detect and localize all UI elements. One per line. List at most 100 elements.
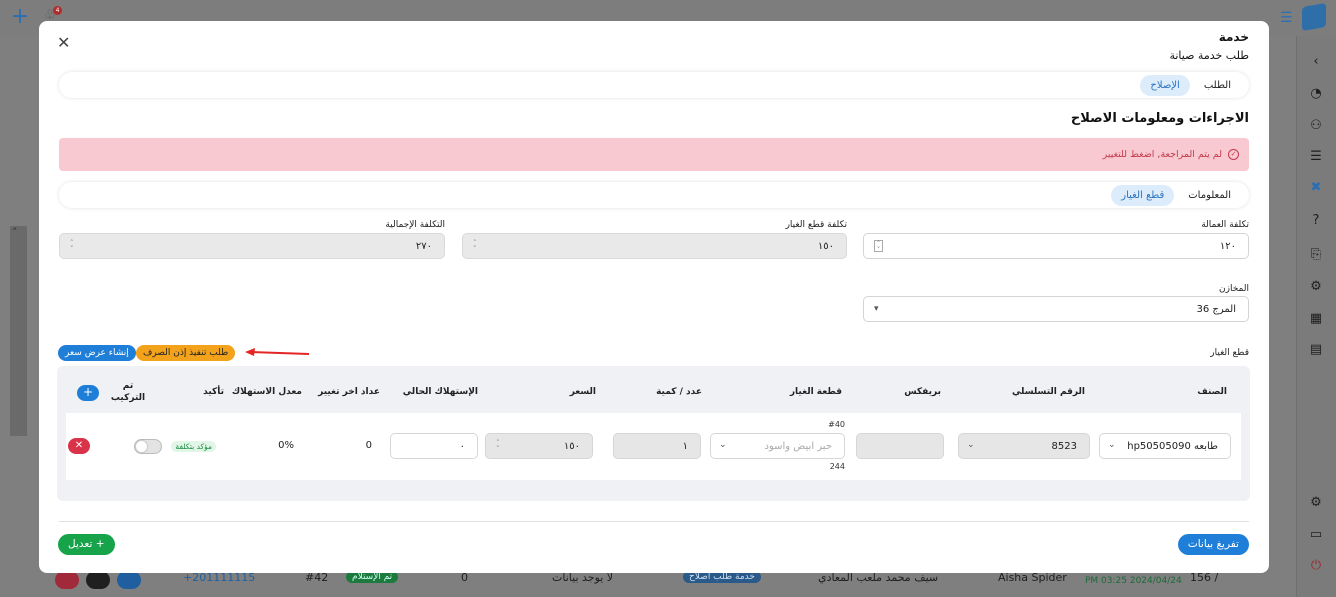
col-installed: تم التركيب	[110, 381, 146, 403]
spare-part-value: حبر ابيض واسود	[764, 440, 832, 452]
stepper-icon[interactable]: ˄ ˅	[874, 240, 883, 254]
chevron-down-icon: ⌄	[719, 440, 727, 450]
col-confirm: تأكيد	[203, 387, 224, 397]
alert-text: لم يتم المراجعة, اضغط للتغيير	[1102, 149, 1222, 160]
table-row: طابعه hp50505090 ⌄ 8523 ⌄ #40 حبر ابيض و…	[66, 413, 1241, 480]
total-cost-value: ٢٧٠	[415, 240, 432, 252]
tab-request[interactable]: الطلب	[1194, 75, 1241, 96]
notification-count: 4	[53, 6, 62, 15]
confirm-badge: مؤكد بتكلفة	[171, 441, 216, 452]
stepper-icon: ˄ ˅	[496, 439, 500, 453]
part-code: #40	[828, 420, 845, 429]
top-tabs: الطلب الإصلاح	[59, 72, 1249, 98]
footer-divider	[59, 521, 1249, 522]
edit-icon[interactable]	[117, 571, 141, 589]
sub-tabs: المعلومات قطع الغيار	[59, 182, 1249, 208]
labor-cost-label: تكلفة العمالة	[1201, 220, 1249, 230]
edit-button-label: تعديل	[68, 538, 93, 550]
stepper-icon: ˄ ˅	[70, 239, 74, 253]
col-serial: الرقم التسلسلي	[1011, 387, 1085, 397]
serial-select[interactable]: 8523 ⌄	[958, 433, 1090, 459]
modal-title: خدمة	[1218, 30, 1249, 44]
stepper-icon: ˄ ˅	[473, 239, 477, 253]
add-row-button[interactable]: +	[77, 385, 99, 401]
item-select[interactable]: طابعه hp50505090 ⌄	[1099, 433, 1231, 459]
delete-icon[interactable]	[55, 571, 79, 589]
service-modal: ✕ خدمة طلب خدمة صيانة الطلب الإصلاح الاج…	[39, 21, 1269, 573]
col-price: السعر	[569, 387, 596, 397]
item-value: طابعه hp50505090	[1127, 440, 1218, 452]
parts-label: قطع الغيار	[1210, 348, 1249, 358]
col-current-consumption: الإستهلاك الحالي	[402, 387, 478, 397]
tools-icon[interactable]: ✖	[1307, 179, 1325, 197]
modal-subtitle: طلب خدمة صيانة	[1169, 49, 1249, 62]
part-sub: 244	[829, 462, 845, 471]
menu-icon[interactable]: ☰	[1280, 10, 1293, 26]
toggle-knob	[136, 441, 147, 452]
parts-table: الصنف الرقم التسلسلي بريفكس قطعة الغيار …	[57, 366, 1250, 501]
arrow-annotation	[245, 348, 310, 356]
window-icon[interactable]: ▭	[1307, 526, 1325, 544]
review-alert[interactable]: ✓ لم يتم المراجعة, اضغط للتغيير	[59, 138, 1249, 171]
close-icon[interactable]: ✕	[57, 33, 70, 52]
col-last-counter: عداد اخر تغيير	[318, 387, 380, 397]
dashboard-icon[interactable]: ◔	[1307, 85, 1325, 103]
col-spare-part: قطعة الغيار	[789, 387, 842, 397]
prefix-input[interactable]	[856, 433, 944, 459]
timestamp: PM 03:25 2024/04/24	[1085, 576, 1182, 586]
tab-info[interactable]: المعلومات	[1178, 185, 1241, 206]
labor-cost-value: ١٢٠	[1219, 240, 1236, 252]
section-title: الاجراءات ومعلومات الاصلاح	[1070, 111, 1249, 126]
tab-spare-parts[interactable]: قطع الغيار	[1111, 184, 1175, 206]
settings-icon[interactable]: ⚙	[1307, 494, 1325, 512]
warehouses-select[interactable]: المرج 36 ▾	[863, 296, 1249, 322]
last-counter: 0	[365, 440, 372, 451]
serial-value: 8523	[1051, 440, 1077, 452]
installed-toggle[interactable]	[134, 439, 162, 454]
qty-input[interactable]: ١	[613, 433, 701, 459]
remove-row-button[interactable]: ✕	[68, 438, 90, 454]
check-circle-icon: ✓	[1228, 149, 1239, 160]
price-input: ١٥٠ ˄ ˅	[485, 433, 593, 459]
parts-cost-input: ١٥٠ ˄ ˅	[462, 233, 847, 259]
consumption-rate: 0%	[278, 440, 294, 451]
help-icon[interactable]: ?	[1307, 212, 1325, 230]
price-value: ١٥٠	[563, 440, 580, 452]
scroll-up-icon[interactable]: ˄	[12, 226, 18, 239]
warehouses-label: المخازن	[1219, 284, 1249, 294]
network-icon[interactable]: ▦	[1307, 310, 1325, 328]
chevron-left-icon[interactable]: ‹	[1307, 53, 1325, 71]
calculator-icon[interactable]	[86, 571, 110, 589]
clear-data-button[interactable]: تفريغ بيانات	[1177, 534, 1249, 555]
qty-value: ١	[682, 440, 688, 452]
total-cost-input: ٢٧٠ ˄ ˅	[59, 233, 445, 259]
plus-icon: +	[92, 538, 105, 550]
edit-button[interactable]: + تعديل	[58, 534, 115, 555]
spare-part-select[interactable]: حبر ابيض واسود ⌄	[710, 433, 845, 459]
document-icon[interactable]: ⎘	[1307, 246, 1325, 264]
users-icon[interactable]: ⚇	[1307, 117, 1325, 135]
chart-icon[interactable]: ▤	[1307, 341, 1325, 359]
create-quote-button[interactable]: إنشاء عرض سعر	[58, 345, 136, 361]
spend-request-button[interactable]: طلب تنفيذ إذن الصرف	[136, 345, 236, 361]
list-icon[interactable]: ☰	[1307, 148, 1325, 166]
scrollbar[interactable]	[10, 226, 27, 436]
add-icon[interactable]: +	[10, 6, 30, 28]
chevron-down-icon: ⌄	[1108, 440, 1116, 450]
col-qty: عدد / كمية	[656, 387, 702, 397]
current-consumption-input[interactable]: ٠	[390, 433, 478, 459]
app-logo	[1302, 2, 1326, 32]
warehouses-value: المرج 36	[1196, 303, 1237, 315]
parts-cost-value: ١٥٠	[817, 240, 834, 252]
chevron-down-icon: ⌄	[967, 440, 975, 450]
col-item: الصنف	[1197, 387, 1227, 397]
tab-repair[interactable]: الإصلاح	[1140, 74, 1190, 96]
col-consumption-rate: معدل الاستهلاك	[231, 387, 302, 397]
power-icon[interactable]: ⏻	[1307, 557, 1325, 575]
chevron-down-icon: ▾	[874, 304, 879, 314]
current-consumption-value: ٠	[459, 440, 465, 452]
total-cost-label: التكلفة الإجمالية	[385, 220, 445, 230]
col-prefix: بريفكس	[904, 387, 941, 397]
labor-cost-input[interactable]: ١٢٠ ˄ ˅	[863, 233, 1249, 259]
forklift-icon[interactable]: ⚙	[1307, 278, 1325, 296]
